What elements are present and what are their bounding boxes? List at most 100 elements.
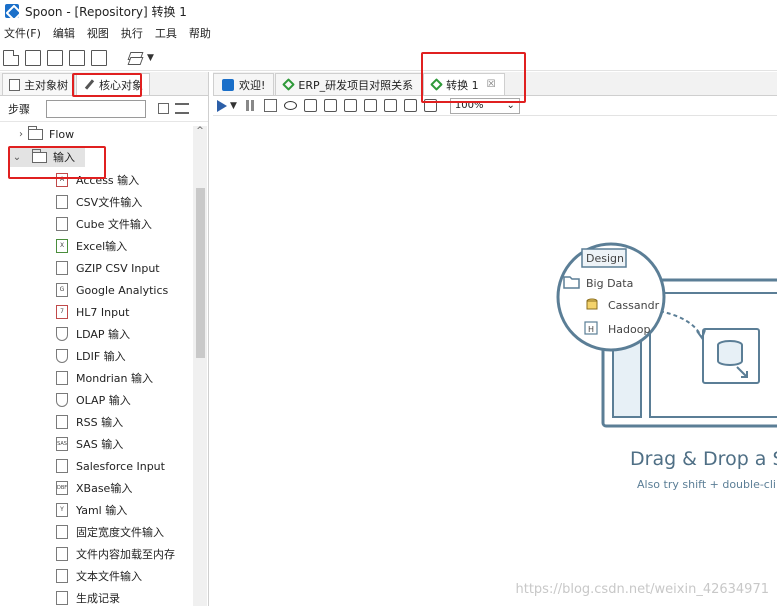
replay-icon[interactable] [323,99,337,112]
transformation-icon [430,78,444,91]
step-yaml-input[interactable]: Y Yaml 输入 [56,499,127,521]
olap-icon [56,393,68,407]
explore-db-icon[interactable] [403,99,417,112]
tree-scrollbar[interactable]: ^ [193,126,207,606]
collapse-all-icon[interactable] [158,103,169,114]
save-icon[interactable] [69,49,85,66]
google-analytics-icon: G [56,283,68,297]
folder-icon [28,126,43,140]
main-toolbar: ▼ [0,45,777,71]
chevron-down-icon[interactable]: ⌄ [10,152,24,163]
expand-all-icon[interactable] [175,103,189,114]
menu-file[interactable]: 文件(F) [4,25,41,41]
step-generate-rows[interactable]: 生成记录 [56,587,120,606]
close-icon[interactable]: ☒ [487,79,496,90]
watermark-text: https://blog.csdn.net/weixin_42634971 [515,582,769,597]
step-excel-input[interactable]: X Excel输入 [56,235,127,257]
chevron-down-icon[interactable]: ▼ [230,101,237,111]
left-tab-bar: 主对象树 核心对象 [0,72,208,96]
step-access-input[interactable]: A Access 输入 [56,169,139,191]
new-file-icon[interactable] [3,49,19,66]
step-load-file-content[interactable]: 文件内容加载至内存 [56,543,175,565]
step-rss-input[interactable]: RSS 输入 [56,411,123,433]
perspective-layers-icon[interactable] [127,50,143,66]
step-google-analytics[interactable]: G Google Analytics [56,279,168,301]
show-results-icon[interactable] [423,99,437,112]
step-ldif-input[interactable]: LDIF 输入 [56,345,126,367]
csv-file-icon [56,195,68,209]
preview-icon[interactable] [283,101,297,110]
step-hl7-input[interactable]: 7 HL7 Input [56,301,129,323]
pause-icon[interactable] [244,99,257,112]
tree-icon [9,78,20,91]
chevron-down-icon[interactable]: ▼ [147,53,154,63]
menu-view[interactable]: 视图 [87,25,109,41]
big-data-label: Big Data [586,277,633,290]
drag-drop-subline: Also try shift + double-cli [637,478,776,491]
hadoop-label: Hadoop [608,323,650,336]
sql-icon[interactable] [383,99,397,112]
tab-core-objects[interactable]: 核心对象 [76,73,150,95]
save-as-icon[interactable] [91,49,107,66]
excel-icon: X [56,239,68,253]
transformation-canvas[interactable]: Design Big Data Cassandr H Hadoop Drag &… [213,117,777,606]
folder-icon [32,148,47,163]
tree-node-label: Flow [49,127,75,141]
step-text-file-input[interactable]: 文本文件输入 [56,565,142,587]
menu-tools[interactable]: 工具 [155,25,177,41]
step-ldap-input[interactable]: LDAP 输入 [56,323,130,345]
tab-welcome[interactable]: 欢迎! [213,73,275,95]
fixed-width-file-icon [56,525,68,539]
steps-search-input[interactable] [46,99,146,118]
tree-node-flow[interactable]: › Flow [14,126,74,144]
hl7-icon: 7 [56,305,68,319]
spoon-icon [222,78,234,91]
ldif-shield-icon [56,349,68,363]
debug-icon[interactable] [303,99,317,112]
step-olap-input[interactable]: OLAP 输入 [56,389,131,411]
step-tree: › Flow ⌄ 输入 A Access 输入 CSV文件输入 Cube 文件输入… [0,126,192,606]
step-sas-input[interactable]: SAS SAS 输入 [56,433,123,455]
zoom-select[interactable]: 100% ⌄ [449,97,520,114]
explore-repository-icon[interactable] [47,49,63,66]
scroll-up-icon[interactable]: ^ [193,126,207,140]
yaml-icon: Y [56,503,68,517]
salesforce-icon [56,459,68,473]
scroll-thumb[interactable] [196,188,205,358]
sas-icon: SAS [56,437,68,451]
drag-drop-headline: Drag & Drop a St [630,448,777,470]
verify-icon[interactable] [343,99,357,112]
gzip-file-icon [56,261,68,275]
step-gzip-csv-input[interactable]: GZIP CSV Input [56,257,160,279]
tab-transform-1[interactable]: 转换 1 ☒ [423,73,505,95]
impact-icon[interactable] [363,99,377,112]
window-title: Spoon - [Repository] 转换 1 [25,4,187,19]
generate-rows-icon [56,591,68,605]
step-cube-input[interactable]: Cube 文件输入 [56,213,152,235]
steps-search-row: 步骤 [0,96,208,122]
left-panel: 主对象树 核心对象 步骤 › Flow ⌄ 输入 A Access 输入 CSV文… [0,72,209,606]
chevron-right-icon[interactable]: › [14,129,28,140]
step-mondrian-input[interactable]: Mondrian 输入 [56,367,153,389]
step-salesforce-input[interactable]: Salesforce Input [56,455,165,477]
open-folder-icon[interactable] [25,49,41,66]
rss-icon [56,415,68,429]
tab-erp-mapping[interactable]: ERP_研发项目对照关系 [275,73,423,95]
steps-label: 步骤 [8,102,30,116]
ldap-shield-icon [56,327,68,341]
run-icon[interactable] [217,99,227,112]
mondrian-icon [56,371,68,385]
transformation-toolbar: ▼ 100% ⌄ [213,96,777,116]
tree-node-label: 输入 [53,151,75,164]
menu-edit[interactable]: 编辑 [53,25,75,41]
menu-help[interactable]: 帮助 [189,25,211,41]
tree-node-input[interactable]: ⌄ 输入 [10,147,85,167]
text-file-icon [56,569,68,583]
transformation-icon [282,78,296,91]
menu-run[interactable]: 执行 [121,25,143,41]
step-xbase-input[interactable]: DBF XBase输入 [56,477,132,499]
stop-icon[interactable] [263,99,277,112]
step-csv-input[interactable]: CSV文件输入 [56,191,142,213]
step-fixed-width-input[interactable]: 固定宽度文件输入 [56,521,164,543]
tab-main-object-tree[interactable]: 主对象树 [2,73,75,95]
